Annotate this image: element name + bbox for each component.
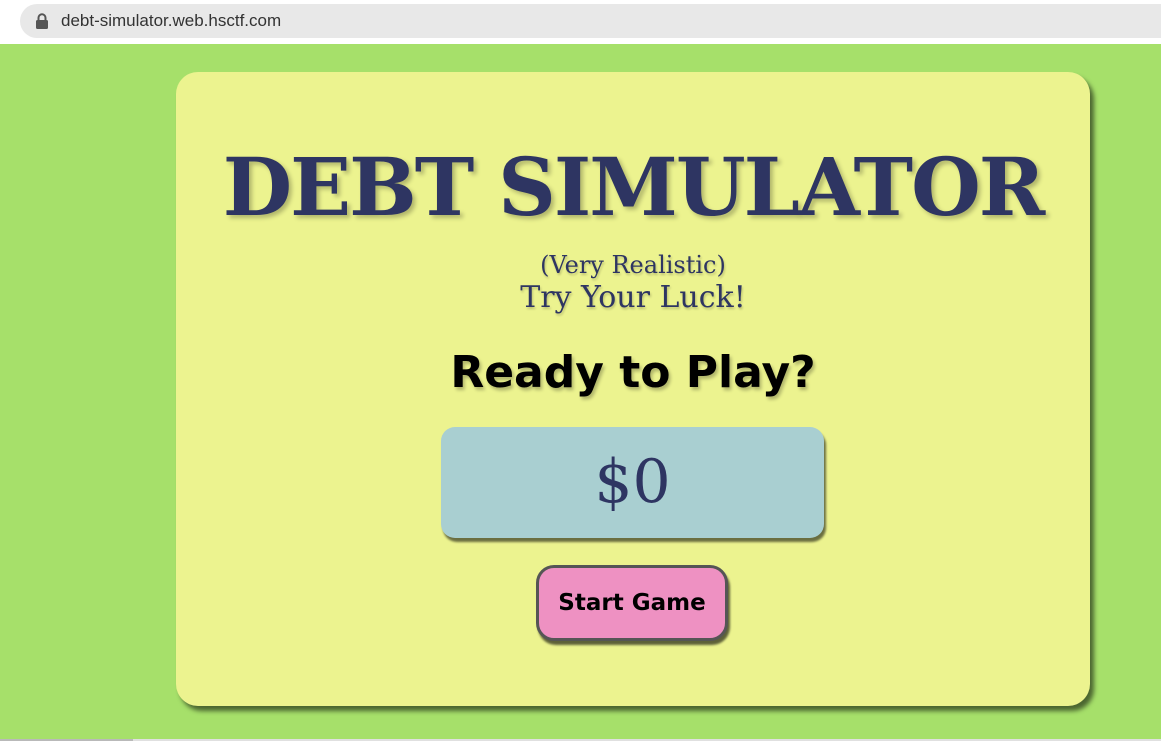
balance-display: $0 bbox=[441, 427, 824, 538]
game-title: DEBT SIMULATOR bbox=[222, 140, 1046, 234]
balance-value: $0 bbox=[594, 447, 671, 517]
start-game-label: Start Game bbox=[558, 590, 706, 616]
start-game-button[interactable]: Start Game bbox=[536, 565, 728, 641]
game-subtitle: (Very Realistic) bbox=[540, 251, 726, 279]
page-background: DEBT SIMULATOR (Very Realistic) Try Your… bbox=[0, 44, 1161, 739]
url-field[interactable]: debt-simulator.web.hsctf.com bbox=[20, 4, 1161, 38]
game-card: DEBT SIMULATOR (Very Realistic) Try Your… bbox=[176, 72, 1090, 706]
url-text: debt-simulator.web.hsctf.com bbox=[61, 11, 282, 30]
lock-icon bbox=[36, 13, 48, 29]
game-tagline: Try Your Luck! bbox=[520, 280, 746, 315]
browser-address-bar: debt-simulator.web.hsctf.com bbox=[0, 0, 1161, 44]
ready-prompt: Ready to Play? bbox=[450, 347, 816, 398]
